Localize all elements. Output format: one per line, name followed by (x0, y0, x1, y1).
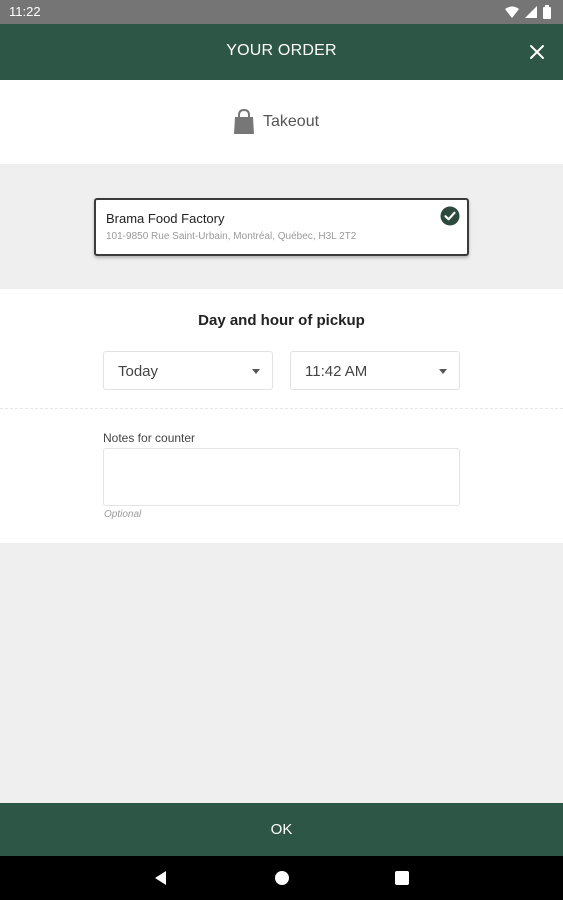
order-mode-section: Takeout (0, 80, 563, 164)
ok-button[interactable]: OK (0, 803, 563, 856)
battery-icon (543, 5, 551, 19)
store-section: Brama Food Factory 101-9850 Rue Saint-Ur… (0, 164, 563, 289)
notes-helper-text: Optional (104, 509, 142, 520)
system-nav-bar (0, 856, 563, 900)
pickup-time-select[interactable]: 11:42 AM (290, 351, 460, 390)
order-mode-label: Takeout (263, 113, 320, 130)
store-address: 101-9850 Rue Saint-Urbain, Montréal, Qué… (106, 231, 357, 242)
shopping-bag-icon (234, 109, 254, 134)
notes-field[interactable] (103, 448, 460, 506)
status-bar: 11:22 (0, 0, 563, 24)
pickup-day-select[interactable]: Today (103, 351, 273, 390)
signal-icon (525, 6, 537, 18)
caret-down-icon (252, 369, 260, 374)
pickup-section: Day and hour of pickup Today 11:42 AM No… (0, 289, 563, 543)
check-circle-icon (440, 206, 460, 226)
page-title: YOUR ORDER (226, 42, 337, 59)
caret-down-icon (439, 369, 447, 374)
status-time: 11:22 (9, 4, 41, 19)
home-icon[interactable] (273, 869, 291, 887)
pickup-title: Day and hour of pickup (198, 312, 365, 329)
store-card[interactable]: Brama Food Factory 101-9850 Rue Saint-Ur… (94, 198, 469, 256)
pickup-time-value: 11:42 AM (305, 363, 368, 380)
app-bar: YOUR ORDER (0, 24, 563, 80)
divider (0, 408, 563, 409)
recents-icon[interactable] (393, 869, 411, 887)
order-mode: Takeout (233, 109, 319, 135)
status-icons (505, 5, 551, 19)
close-icon[interactable] (525, 40, 549, 64)
store-name: Brama Food Factory (106, 211, 225, 226)
back-icon[interactable] (152, 869, 170, 887)
notes-label: Notes for counter (103, 431, 196, 445)
pickup-day-value: Today (118, 363, 159, 380)
wifi-icon (505, 6, 519, 18)
